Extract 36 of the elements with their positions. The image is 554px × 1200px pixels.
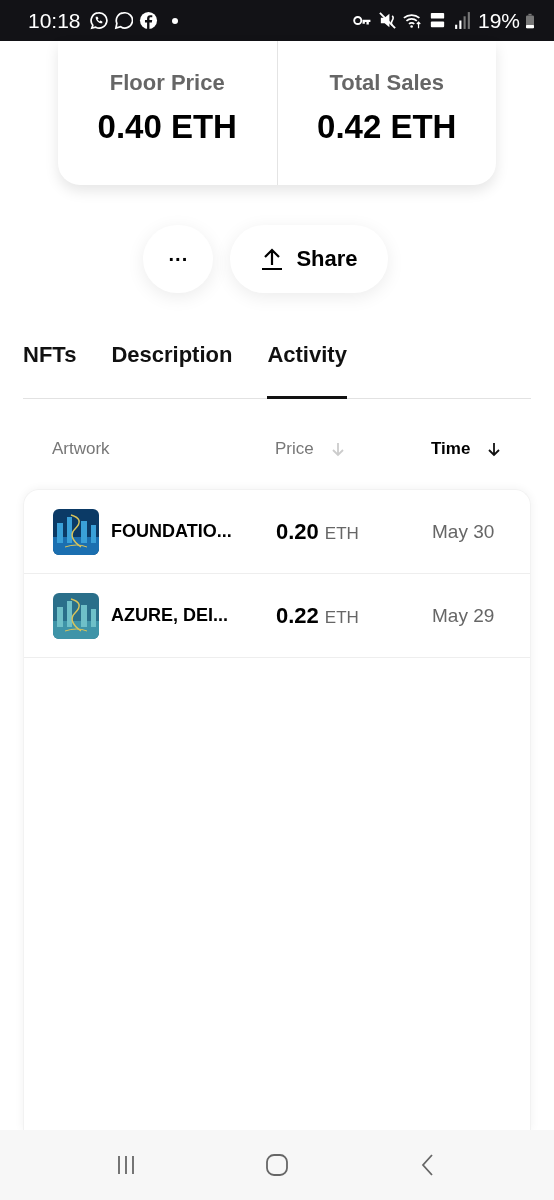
tab[interactable]: Activity xyxy=(267,332,347,399)
activity-row[interactable]: AZURE, DEI... 0.22 ETH May 29 xyxy=(24,574,530,658)
wifi-icon xyxy=(402,11,422,30)
artwork-name: FOUNDATIO... xyxy=(111,521,232,542)
phone-bubble-icon xyxy=(88,11,108,30)
status-time: 10:18 xyxy=(28,8,81,33)
column-header[interactable]: Price xyxy=(275,439,431,459)
battery-icon xyxy=(526,12,534,29)
column-header[interactable]: Artwork xyxy=(52,439,275,459)
home-icon[interactable] xyxy=(265,1153,289,1177)
upload-arrow-icon xyxy=(260,247,285,271)
price-value: 0.22 xyxy=(276,602,319,629)
artwork-name: AZURE, DEI... xyxy=(111,605,228,626)
sort-arrow-icon xyxy=(486,441,503,457)
facebook-icon xyxy=(138,11,158,30)
price-value: 0.20 xyxy=(276,518,319,545)
price-currency: ETH xyxy=(324,607,359,628)
stat-value: 0.40 ETH xyxy=(97,108,237,146)
activity-row[interactable]: FOUNDATIO... 0.20 ETH May 30 xyxy=(24,490,530,574)
chat-bubble-icon xyxy=(113,11,133,30)
battery-percent: 19% xyxy=(477,8,520,33)
sort-arrow-icon xyxy=(329,441,346,457)
share-button[interactable]: Share xyxy=(230,225,388,293)
muted-speaker-icon xyxy=(377,11,397,30)
price-currency: ETH xyxy=(324,523,359,544)
stat-label: Total Sales xyxy=(329,70,444,96)
sale-time: May 30 xyxy=(432,520,495,543)
tab[interactable]: NFTs xyxy=(23,332,77,399)
more-button[interactable]: ··· xyxy=(143,225,214,293)
stat-label: Floor Price xyxy=(109,70,225,96)
notification-dot-icon xyxy=(171,17,178,24)
sale-time: May 29 xyxy=(432,604,495,627)
stat-value: 0.42 ETH xyxy=(317,108,457,146)
signal-icon xyxy=(452,11,472,30)
tab[interactable]: Description xyxy=(111,332,233,399)
column-header[interactable]: Time xyxy=(431,439,503,459)
